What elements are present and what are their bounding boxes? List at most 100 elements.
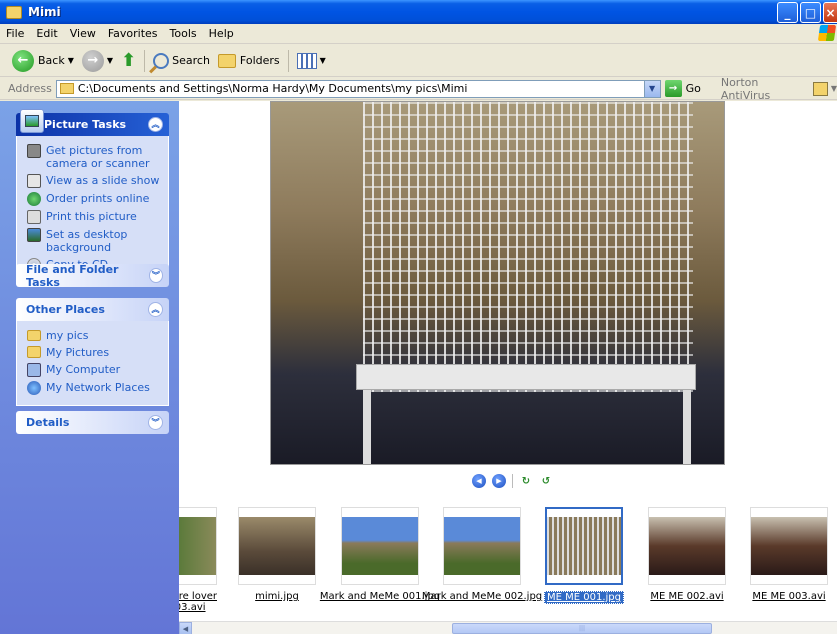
filmstrip-view: ◀ ▶ ↻ ↺ ture lover003.avi mimi.jpg Mark … [179,101,837,634]
stand-leg-image [683,390,691,464]
toolbar-separator [144,49,146,72]
file-folder-tasks-header[interactable]: File and Folder Tasks ︾ [16,262,169,289]
address-dropdown-icon[interactable]: ▼ [643,80,660,97]
place-label: my pics [46,329,89,342]
stand-leg-image [363,390,371,464]
rotate-counterclockwise-button[interactable]: ↺ [539,475,553,487]
go-button[interactable]: → Go [664,80,701,97]
thumbnail-label: ME ME 002.avi [650,591,724,602]
toolbar-separator [287,49,289,72]
expand-chevron-icon[interactable]: ︾ [148,268,163,283]
rotate-clockwise-button[interactable]: ↻ [519,475,533,487]
folders-icon [217,53,236,68]
place-my-computer[interactable]: My Computer [27,363,160,377]
close-button[interactable]: × [823,2,837,23]
menu-tools[interactable]: Tools [164,27,203,40]
thumbnail-item-selected[interactable]: ME ME 001.jpg [544,507,624,604]
address-label: Address [8,82,52,95]
back-label: Back [38,54,65,67]
up-folder-icon: ⬆ [121,50,137,71]
chevron-down-icon[interactable]: ▼ [107,56,113,65]
chevron-down-icon[interactable]: ▼ [320,56,326,65]
place-label: My Network Places [46,381,150,394]
go-label: Go [685,82,701,95]
forward-button[interactable]: → ▼ [78,48,117,74]
norton-icon [812,81,828,96]
file-folder-tasks-panel: File and Folder Tasks ︾ [16,262,169,289]
details-header[interactable]: Details ︾ [16,411,169,434]
details-title: Details [26,416,70,429]
filmstrip: ture lover003.avi mimi.jpg Mark and MeMe… [179,503,837,621]
thumbnail-image [648,507,726,585]
expand-chevron-icon[interactable]: ︾ [148,415,163,430]
menu-edit[interactable]: Edit [30,27,63,40]
control-separator [512,474,513,488]
maximize-button[interactable]: □ [800,2,821,23]
horizontal-scrollbar[interactable]: ◀ ||| [179,621,837,634]
folder-icon [59,83,74,94]
task-label: Print this picture [46,210,137,223]
explorer-window: Mimi _ □ × File Edit View Favorites Tool… [0,0,837,634]
place-my-network[interactable]: My Network Places [27,381,160,395]
chevron-down-icon[interactable]: ▼ [68,56,74,65]
task-set-desktop[interactable]: Set as desktop background [27,228,160,254]
menu-help[interactable]: Help [203,27,240,40]
thumbnail-item[interactable]: ME ME 003.avi [750,507,828,602]
thumbnail-item[interactable]: mimi.jpg [238,507,316,602]
bird-cage-image [363,102,693,392]
minimize-button[interactable]: _ [777,2,798,23]
other-places-header[interactable]: Other Places ︽ [16,298,169,321]
thumbnail-item[interactable]: Mark and MeMe 001.jpg [320,507,440,602]
task-print-picture[interactable]: Print this picture [27,210,160,224]
norton-antivirus[interactable]: Norton AntiVirus ▼ [721,76,837,102]
thumbnail-label: ture lover003.avi [179,591,217,613]
next-image-button[interactable]: ▶ [492,474,506,488]
task-order-prints[interactable]: Order prints online [27,192,160,206]
previous-image-button[interactable]: ◀ [472,474,486,488]
menu-file[interactable]: File [0,27,30,40]
picture-tasks-icon [20,109,44,133]
go-arrow-icon: → [664,80,682,97]
file-folder-tasks-title: File and Folder Tasks [26,262,119,289]
place-my-pics[interactable]: my pics [27,329,160,342]
scroll-left-icon[interactable]: ◀ [179,622,192,634]
thumbnail-item[interactable]: ture lover003.avi [179,507,217,613]
picture-tasks-panel: Picture Tasks ︽ Get pictures from camera… [16,109,169,283]
picture-tasks-body: Get pictures from camera or scanner View… [16,136,169,283]
network-icon [27,381,41,395]
cage-tray-image [356,364,696,390]
task-slide-show[interactable]: View as a slide show [27,174,160,188]
menu-bar: File Edit View Favorites Tools Help [0,24,837,44]
folders-button[interactable]: Folders [214,48,284,74]
menu-favorites[interactable]: Favorites [102,27,164,40]
folder-icon [27,330,41,341]
thumbnail-image [750,507,828,585]
picture-preview[interactable] [270,101,725,465]
place-label: My Pictures [46,346,110,359]
thumbnail-item[interactable]: Mark and MeMe 002.jpg [422,507,542,602]
title-bar[interactable]: Mimi _ □ × [0,0,837,24]
chevron-down-icon[interactable]: ▼ [831,84,837,93]
task-get-pictures[interactable]: Get pictures from camera or scanner [27,144,160,170]
picture-tasks-title: Picture Tasks [44,118,127,131]
thumbnail-item[interactable]: ME ME 002.avi [648,507,726,602]
collapse-chevron-icon[interactable]: ︽ [148,117,163,132]
task-label: View as a slide show [46,174,160,187]
back-button[interactable]: ← Back ▼ [8,48,78,74]
forward-arrow-icon: → [81,49,104,72]
collapse-chevron-icon[interactable]: ︽ [148,302,163,317]
address-bar: Address C:\Documents and Settings\Norma … [0,76,837,102]
globe-icon [27,192,41,206]
search-button[interactable]: Search [149,48,214,74]
views-button[interactable]: ▼ [293,48,330,74]
address-path: C:\Documents and Settings\Norma Hardy\My… [77,82,468,95]
up-button[interactable]: ⬆ [117,48,140,74]
thumbnail-image [179,507,217,585]
address-input[interactable]: C:\Documents and Settings\Norma Hardy\My… [55,79,661,98]
folders-label: Folders [239,54,280,67]
scroll-thumb[interactable]: ||| [452,623,712,634]
menu-view[interactable]: View [64,27,102,40]
place-my-pictures[interactable]: My Pictures [27,346,160,359]
other-places-body: my pics My Pictures My Computer My Netwo… [16,321,169,406]
thumbnail-image [238,507,316,585]
